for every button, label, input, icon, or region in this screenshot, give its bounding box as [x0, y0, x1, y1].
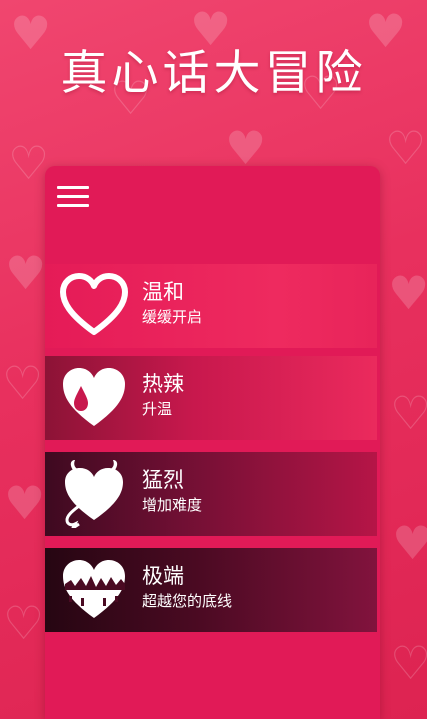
mode-item-spicy[interactable]: 热辣 升温 — [45, 356, 377, 440]
mode-description: 缓缓开启 — [142, 308, 203, 326]
mode-selection-card: 温和 缓缓开启 热辣 升温 猛烈 增加难度 极端 超越您的底线 — [45, 166, 380, 719]
heart-pattern-icon: ♡ — [8, 136, 50, 190]
mode-item-extreme[interactable]: 极端 超越您的底线 — [45, 548, 377, 632]
broken-heart-icon — [63, 560, 125, 618]
heart-drop-icon — [63, 368, 125, 426]
devil-heart-icon — [65, 460, 123, 528]
heart-pattern-icon: ♥ — [388, 266, 427, 320]
hamburger-menu-icon[interactable] — [57, 186, 89, 210]
heart-pattern-icon: ♡ — [2, 356, 44, 410]
mode-description: 增加难度 — [142, 496, 203, 514]
heart-pattern-icon: ♥ — [392, 516, 427, 570]
heart-pattern-icon: ♡ — [385, 121, 427, 175]
app-title: 真心话大冒险 — [60, 46, 367, 101]
mode-name: 极端 — [142, 564, 184, 588]
heart-pattern-icon: ♥ — [5, 246, 47, 300]
mode-name: 猛烈 — [142, 468, 184, 492]
mode-name: 热辣 — [142, 372, 184, 396]
heart-pattern-icon: ♡ — [390, 386, 427, 440]
heart-pattern-icon: ♡ — [390, 636, 427, 690]
heart-outline-icon — [60, 273, 128, 335]
mode-description: 升温 — [142, 400, 173, 418]
mode-item-mild[interactable]: 温和 缓缓开启 — [45, 264, 377, 348]
heart-pattern-icon: ♡ — [3, 596, 45, 650]
heart-pattern-icon: ♥ — [4, 476, 46, 530]
heart-pattern-icon: ♥ — [225, 121, 267, 175]
mode-description: 超越您的底线 — [142, 592, 233, 610]
mode-item-intense[interactable]: 猛烈 增加难度 — [45, 452, 377, 536]
mode-name: 温和 — [142, 280, 184, 304]
